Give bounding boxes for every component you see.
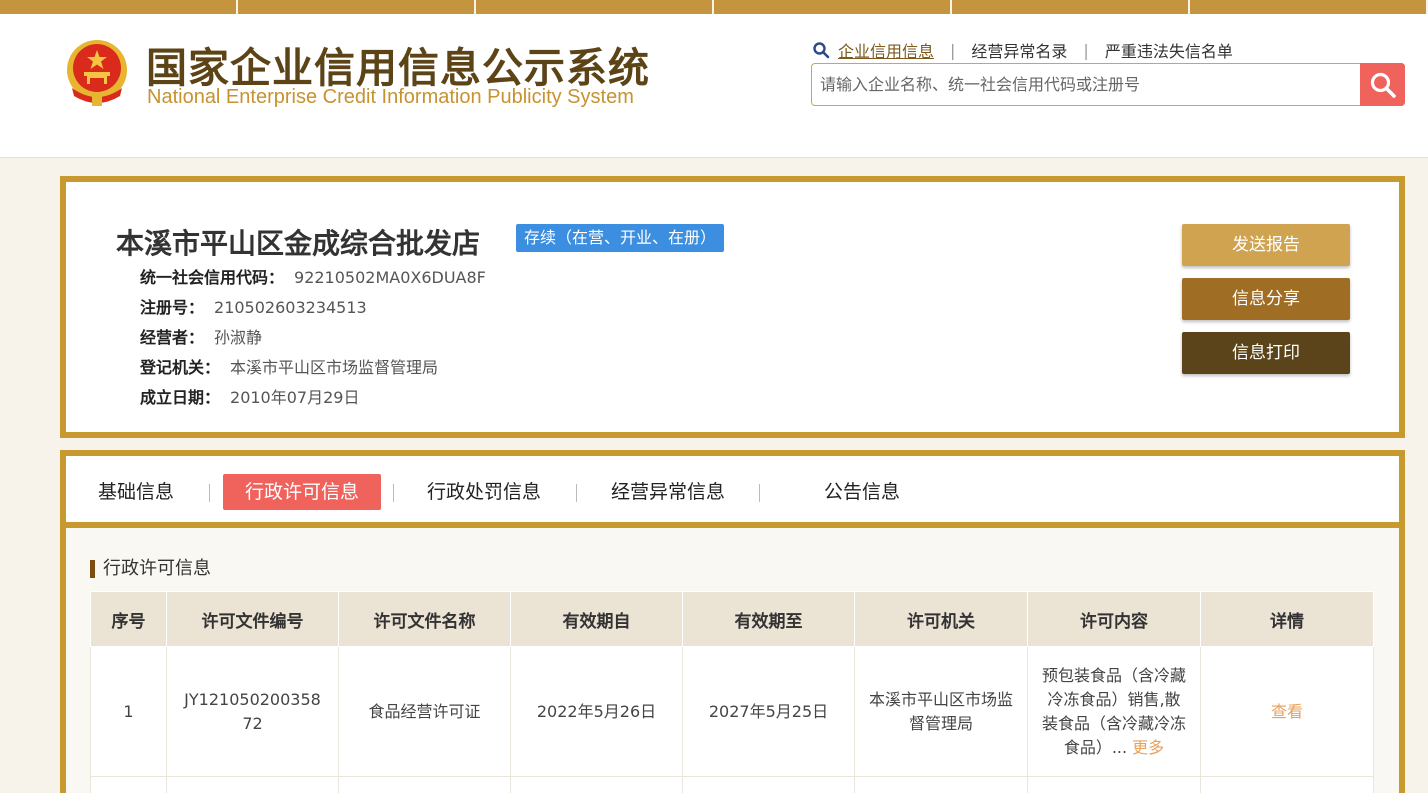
cell-valid-from: 2022年5月26日 [510,646,683,777]
section-title: 行政许可信息 [90,560,211,578]
info-value: 2010年07月29日 [230,388,360,407]
company-card: 本溪市平山区金成综合批发店 存续（在营、开业、在册） 统一社会信用代码： 9221… [60,176,1405,438]
info-value: 210502603234513 [214,298,367,317]
column-header: 序号 [90,591,167,647]
view-detail-link[interactable]: 查看 [1271,702,1303,721]
send-report-button[interactable]: 发送报告 [1182,224,1350,266]
company-name: 本溪市平山区金成综合批发店 [116,227,481,260]
status-badge: 存续（在营、开业、在册） [516,224,725,252]
search-icon [1370,72,1396,98]
tab-admin-license[interactable]: 行政许可信息 [223,474,382,510]
site-header: 国家企业信用信息公示系统 National Enterprise Credit … [0,14,1428,158]
info-row-established: 成立日期： 2010年07月29日 [140,384,359,408]
info-value: 本溪市平山区市场监督管理局 [230,358,439,377]
info-row-reg-no: 注册号： 210502603234513 [140,294,367,318]
column-header: 许可内容 [1027,591,1201,647]
tab-separator [209,484,210,502]
content-text: 预包装食品（含冷藏冷冻食品）销售,散装食品（含冷藏冷冻食品）... [1042,665,1187,757]
tabs-bar: 基础信息 行政许可信息 行政处罚信息 经营异常信息 公告信息 [66,456,1399,528]
cell-doc-no: JY12105020035872 [166,646,339,777]
column-header: 许可文件编号 [166,591,339,647]
tabs-panel: 基础信息 行政许可信息 行政处罚信息 经营异常信息 公告信息 行政许可信息 序号… [60,450,1405,793]
print-info-button[interactable]: 信息打印 [1182,332,1350,374]
column-header: 详情 [1200,591,1374,647]
column-header: 许可机关 [854,591,1028,647]
tab-admin-penalty[interactable]: 行政处罚信息 [427,474,541,510]
info-label: 经营者： [140,328,205,347]
info-label: 成立日期： [140,388,221,407]
column-header: 有效期至 [682,591,855,647]
search-box [811,63,1405,106]
doc-no-text: JY12105020035872 [184,689,321,733]
cell-authority: 本溪市平山区市场监督管理局 [854,646,1028,777]
tab-separator [393,484,394,502]
top-nav: 企业信用信息 | 经营异常名录 | 严重违法失信名单 [812,38,1233,62]
search-input[interactable] [812,64,1360,105]
nav-separator: | [1083,40,1089,60]
info-value: 孙淑静 [214,328,263,347]
tab-separator [759,484,760,502]
search-button[interactable] [1360,63,1405,106]
info-label: 注册号： [140,298,205,317]
tab-abnormal-info[interactable]: 经营异常信息 [611,474,725,510]
permit-table: 序号 许可文件编号 许可文件名称 有效期自 有效期至 许可机关 许可内容 详情 … [90,591,1374,793]
top-strip [0,0,1428,14]
nav-link-credit-info[interactable]: 企业信用信息 [838,38,934,62]
nav-link-blacklist[interactable]: 严重违法失信名单 [1105,38,1233,62]
nav-link-abnormal-list[interactable]: 经营异常名录 [971,38,1067,62]
cell-doc-name: 食品经营许可证 [338,646,511,777]
info-label: 登记机关： [140,358,221,377]
share-info-button[interactable]: 信息分享 [1182,278,1350,320]
cell-detail: 查看 [1200,646,1374,777]
table-row [90,776,1374,793]
site-title-en: National Enterprise Credit Information P… [147,86,634,108]
table-header-row: 序号 许可文件编号 许可文件名称 有效期自 有效期至 许可机关 许可内容 详情 [90,591,1374,647]
info-row-operator: 经营者： 孙淑静 [140,324,262,348]
cell-valid-to: 2027年5月25日 [682,646,855,777]
info-value: 92210502MA0X6DUA8F [294,268,486,287]
column-header: 许可文件名称 [338,591,511,647]
column-header: 有效期自 [510,591,683,647]
tab-separator [576,484,577,502]
info-row-authority: 登记机关： 本溪市平山区市场监督管理局 [140,354,438,378]
table-row: 1 JY12105020035872 食品经营许可证 2022年5月26日 20… [90,646,1374,777]
info-label: 统一社会信用代码： [140,268,285,287]
info-row-credit-code: 统一社会信用代码： 92210502MA0X6DUA8F [140,264,486,288]
nav-separator: | [950,40,956,60]
national-emblem-icon [67,40,127,106]
tab-basic-info[interactable]: 基础信息 [98,474,174,510]
tab-announcement[interactable]: 公告信息 [824,474,900,510]
cell-content: 预包装食品（含冷藏冷冻食品）销售,散装食品（含冷藏冷冻食品）... 更多 [1027,646,1201,777]
more-link[interactable]: 更多 [1132,738,1164,757]
cell-index: 1 [90,646,167,777]
search-icon [813,42,830,59]
site-title-cn: 国家企业信用信息公示系统 [146,44,650,92]
